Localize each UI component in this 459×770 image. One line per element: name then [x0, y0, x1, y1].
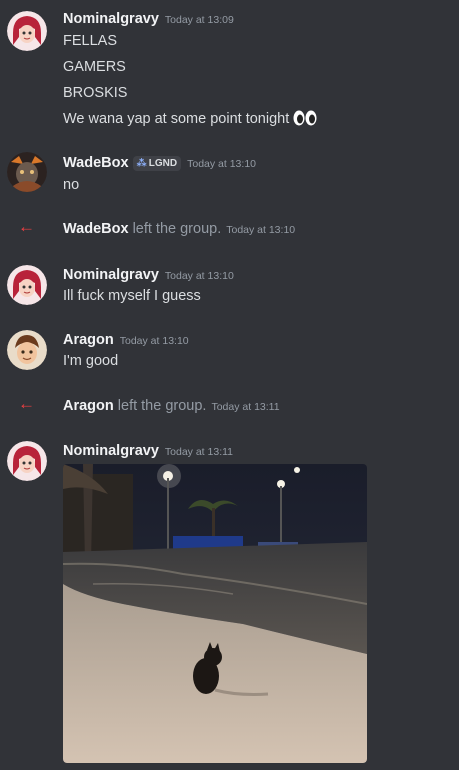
timestamp[interactable]: Today at 13:10: [165, 270, 234, 282]
avatar[interactable]: [7, 441, 47, 481]
avatar[interactable]: [7, 330, 47, 370]
guild-tag-badge[interactable]: ⁂ LGND: [132, 156, 182, 171]
badge-label: LGND: [148, 158, 178, 169]
message-group: Nominalgravy Today at 13:09 FELLAS GAMERS…: [0, 8, 459, 133]
guild-tag-icon: ⁂: [136, 158, 147, 169]
timestamp[interactable]: Today at 13:10: [120, 335, 189, 347]
message-text: GAMERS: [63, 59, 126, 75]
username[interactable]: Aragon: [63, 332, 114, 348]
eyes-emoji-icon[interactable]: [293, 110, 317, 130]
leave-arrow-icon: ←: [18, 217, 35, 236]
timestamp[interactable]: Today at 13:11: [211, 401, 279, 413]
avatar[interactable]: [7, 152, 47, 192]
system-text: left the group.: [117, 398, 207, 414]
avatar[interactable]: [7, 11, 47, 51]
timestamp[interactable]: Today at 13:11: [165, 446, 233, 458]
message-text: FELLAS: [63, 33, 117, 49]
timestamp[interactable]: Today at 13:10: [226, 224, 295, 236]
user-avatar-icon: [7, 441, 47, 481]
user-avatar-icon: [7, 265, 47, 305]
timestamp[interactable]: Today at 13:10: [187, 158, 256, 170]
message-group: WadeBox ⁂ LGND Today at 13:10 no: [0, 150, 459, 200]
leave-arrow-icon: ←: [18, 394, 35, 413]
message-text: I'm good: [63, 353, 119, 369]
username[interactable]: WadeBox: [63, 221, 129, 237]
username[interactable]: Nominalgravy: [63, 11, 159, 27]
message-text: no: [63, 177, 80, 193]
beach-cat-gif-image: [63, 464, 367, 763]
system-message: ← Aragon left the group. Today at 13:11: [0, 394, 459, 420]
message-text: We wana yap at some point tonight: [63, 111, 290, 127]
system-text: left the group.: [132, 221, 222, 237]
message-group: Nominalgravy Today at 13:10 Ill fuck myse…: [0, 264, 459, 314]
username[interactable]: Nominalgravy: [63, 267, 159, 283]
avatar[interactable]: [7, 265, 47, 305]
username[interactable]: WadeBox: [63, 155, 129, 171]
user-avatar-icon: [7, 330, 47, 370]
username[interactable]: Aragon: [63, 398, 114, 414]
message-group: Aragon Today at 13:10 I'm good: [0, 329, 459, 379]
system-message: ← WadeBox left the group. Today at 13:10: [0, 217, 459, 243]
gif-attachment[interactable]: [63, 464, 367, 763]
message-text: Ill fuck myself I guess: [63, 288, 201, 304]
message-line: We wana yap at some point tonight: [63, 110, 317, 130]
message-text: BROSKIS: [63, 85, 128, 101]
user-avatar-icon: [7, 152, 47, 192]
timestamp[interactable]: Today at 13:09: [165, 14, 234, 26]
username[interactable]: Nominalgravy: [63, 443, 159, 459]
user-avatar-icon: [7, 11, 47, 51]
